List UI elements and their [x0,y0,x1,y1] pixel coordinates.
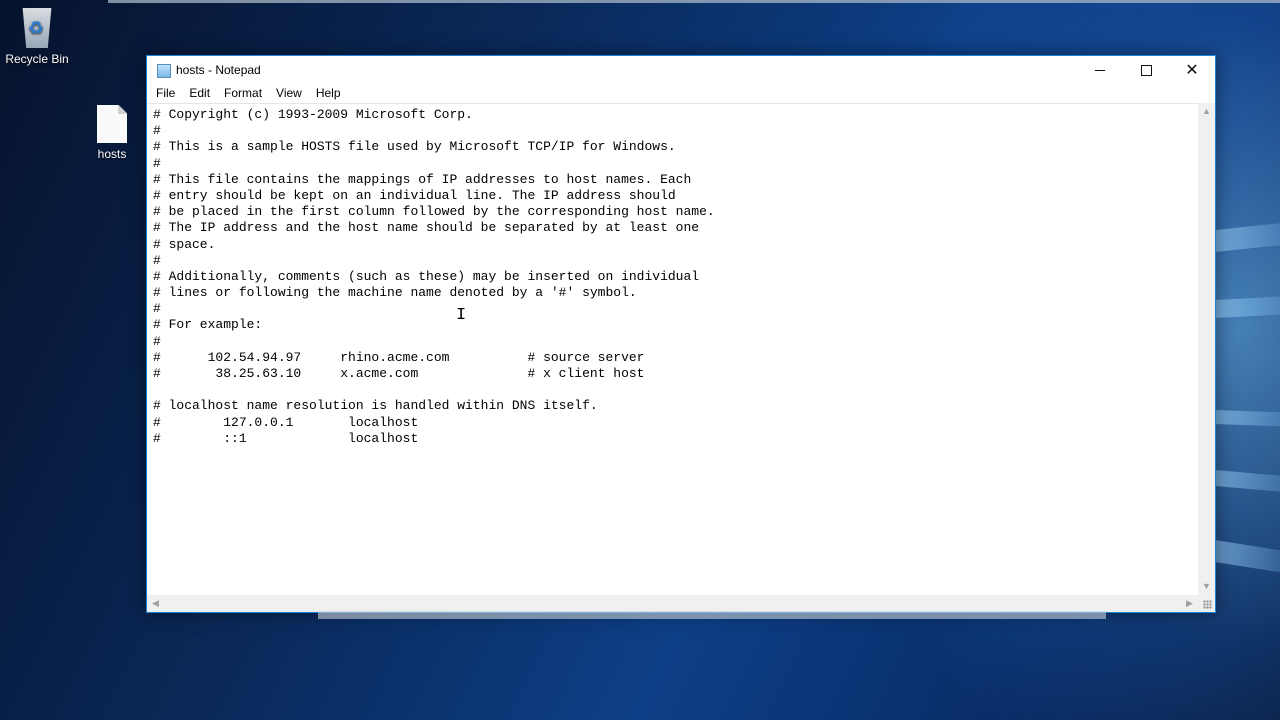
document-line: # localhost name resolution is handled w… [153,398,598,414]
scroll-left-icon[interactable]: ◀ [147,595,164,612]
document-line: # Additionally, comments (such as these)… [153,268,700,284]
menu-format[interactable]: Format [217,84,269,103]
document-line: # The IP address and the host name shoul… [153,220,700,236]
menu-edit[interactable]: Edit [182,84,217,103]
close-icon: ✕ [1185,62,1199,79]
scroll-right-icon[interactable]: ▶ [1181,595,1198,612]
document-line: # [153,123,161,139]
text-cursor-icon: I [456,306,467,325]
document-line: # 127.0.0.1 localhost [153,414,419,430]
vertical-scrollbar[interactable]: ▲ ▼ [1198,103,1215,595]
scroll-down-icon[interactable]: ▼ [1198,578,1215,595]
file-icon [97,105,127,143]
window-shadow-edge [318,611,1106,619]
notepad-icon [157,64,171,78]
wallpaper-light-shaft [1215,470,1280,493]
minimize-button[interactable] [1077,56,1123,84]
document-line: # [153,252,161,268]
maximize-button[interactable] [1123,56,1169,84]
document-line: # This file contains the mappings of IP … [153,171,692,187]
minimize-icon [1095,69,1105,71]
menu-bar: File Edit Format View Help [147,84,1215,104]
text-editor-area[interactable]: # Copyright (c) 1993-2009 Microsoft Corp… [147,103,1198,595]
document-line: # entry should be kept on an individual … [153,187,676,203]
notepad-window[interactable]: hosts - Notepad ✕ File Edit Format View … [146,55,1216,613]
close-button[interactable]: ✕ [1169,56,1215,84]
recycle-bin-icon: ♻ [22,8,52,48]
document-line: # [153,155,161,171]
document-line: # [153,301,161,317]
document-line: # 38.25.63.10 x.acme.com # x client host [153,366,645,381]
desktop-icon-recycle-bin[interactable]: ♻ Recycle Bin [0,8,77,66]
desktop-icon-label: hosts [97,147,127,161]
desktop-icon-label: Recycle Bin [5,52,69,66]
wallpaper-light-shaft [1215,221,1280,252]
menu-file[interactable]: File [149,84,182,103]
document-line: # 102.54.94.97 rhino.acme.com # source s… [153,349,645,365]
wallpaper-light-shaft [1215,410,1280,427]
menu-help[interactable]: Help [309,84,348,103]
document-line: # For example: [153,317,263,333]
top-window-edge [108,0,1280,3]
desktop-icon-hosts-file[interactable]: hosts [72,105,152,161]
document-line: # ::1 localhost [153,430,419,446]
wallpaper-light-shaft [1215,540,1280,575]
scroll-up-icon[interactable]: ▲ [1198,103,1215,120]
horizontal-scrollbar[interactable]: ◀ ▶ [147,595,1198,612]
wallpaper-light-shaft [1215,295,1280,318]
resize-grip-icon [1203,600,1212,609]
document-line: # Copyright (c) 1993-2009 Microsoft Corp… [153,107,473,122]
document-line: # [153,333,161,349]
document-line: # space. [153,236,216,252]
window-title: hosts - Notepad [176,63,261,77]
menu-view[interactable]: View [269,84,309,103]
document-line: # be placed in the first column followed… [153,204,715,220]
document-line: # lines or following the machine name de… [153,285,637,301]
document-line: # This is a sample HOSTS file used by Mi… [153,139,676,155]
resize-corner[interactable] [1198,595,1215,612]
maximize-icon [1140,64,1152,76]
title-bar[interactable]: hosts - Notepad ✕ [147,56,1215,84]
